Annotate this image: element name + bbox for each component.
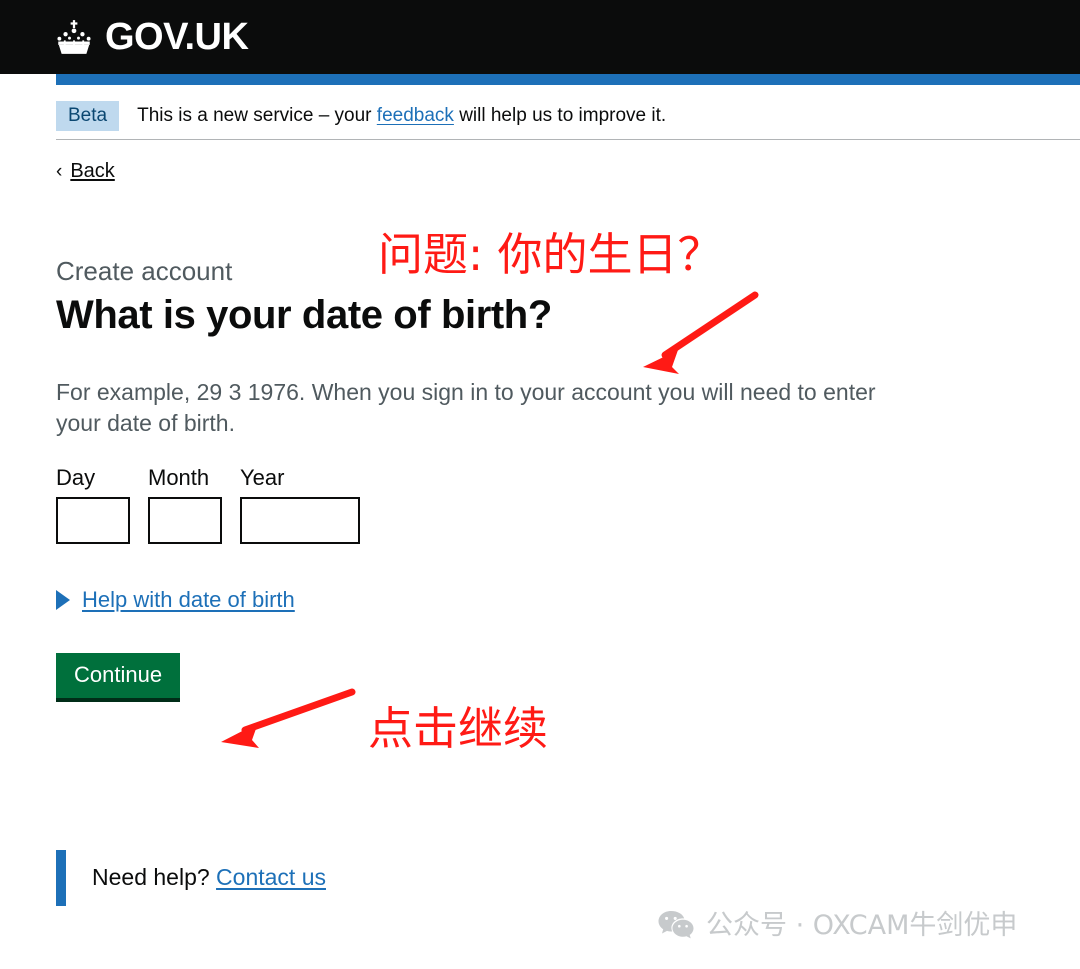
need-help-line: Need help? Contact us: [92, 864, 536, 892]
phase-text-before: This is a new service – your: [137, 105, 377, 126]
help-details-toggle[interactable]: Help with date of birth: [56, 587, 295, 613]
back-link[interactable]: Back: [70, 160, 114, 183]
govuk-logotype: GOV.UK: [105, 16, 249, 58]
phase-banner-divider: [56, 139, 1080, 140]
day-input[interactable]: [56, 497, 130, 545]
year-input[interactable]: [240, 497, 360, 545]
contact-us-link[interactable]: Contact us: [216, 864, 326, 890]
wechat-icon: [658, 911, 694, 939]
date-field-year: Year: [240, 465, 360, 545]
date-field-month: Month: [148, 465, 222, 545]
main-content: Create account What is your date of birt…: [56, 256, 886, 703]
inset-help-text: Need help? Contact us: [56, 850, 536, 906]
annotation-click-text: 点击继续: [368, 702, 549, 755]
date-field-day: Day: [56, 465, 130, 545]
phase-text-after: will help us to improve it.: [453, 105, 667, 126]
date-hint-text: For example, 29 3 1976. When you sign in…: [56, 378, 876, 437]
date-input-group: Day Month Year: [56, 465, 886, 545]
page-caption: Create account: [56, 256, 233, 286]
need-help-label: Need help?: [92, 864, 217, 890]
phase-banner-text: This is a new service – your feedback wi…: [137, 105, 666, 127]
chevron-left-icon: ‹: [56, 161, 63, 182]
watermark-text: 公众号 · OXCAM牛剑优申: [706, 909, 1018, 941]
page-title: What is your date of birth?: [56, 293, 552, 338]
month-label: Month: [148, 465, 210, 491]
phase-banner: Beta This is a new service – your feedba…: [56, 93, 1080, 139]
day-label: Day: [56, 465, 96, 491]
status-badge: Beta: [56, 101, 120, 131]
month-input[interactable]: [148, 497, 222, 545]
triangle-right-icon: [56, 590, 70, 611]
continue-button[interactable]: Continue: [56, 653, 181, 703]
year-label: Year: [240, 465, 285, 491]
header-logo-group[interactable]: GOV.UK: [52, 16, 249, 58]
back-link-container[interactable]: ‹ Back: [56, 160, 115, 183]
govuk-header: GOV.UK: [0, 0, 1080, 74]
crown-icon: [57, 20, 91, 54]
help-details-summary[interactable]: Help with date of birth: [82, 587, 295, 613]
accent-bar: [56, 74, 1080, 85]
feedback-link[interactable]: feedback: [377, 105, 454, 126]
wechat-watermark: 公众号 · OXCAM牛剑优申: [658, 910, 1017, 940]
